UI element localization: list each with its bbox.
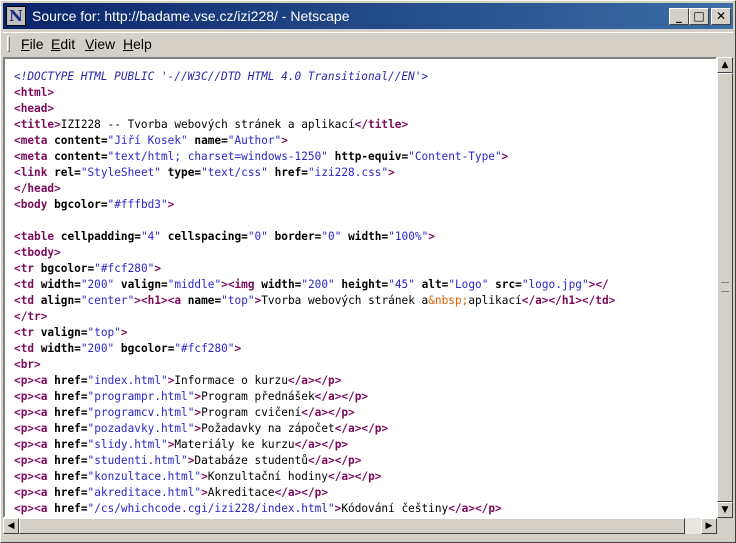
source-line: <p><a href="index.html">Informace o kurz…: [14, 374, 342, 387]
scrollbar-corner: [717, 518, 733, 534]
source-line: <br>: [14, 358, 41, 371]
window-title: Source for: http://badame.vse.cz/izi228/…: [32, 8, 350, 24]
source-line: <tbody>: [14, 246, 61, 259]
menu-help[interactable]: Help: [123, 36, 152, 52]
scroll-right-button[interactable]: ▶: [701, 518, 717, 534]
source-line: <link rel="StyleSheet" type="text/css" h…: [14, 166, 395, 179]
close-icon: ✕: [715, 9, 727, 23]
source-window: N Source for: http://badame.vse.cz/izi22…: [0, 0, 736, 543]
source-line: <td width="200" valign="middle"><img wid…: [14, 278, 609, 291]
netscape-app-icon[interactable]: N: [6, 6, 26, 26]
title-bar[interactable]: N Source for: http://badame.vse.cz/izi22…: [3, 3, 733, 29]
maximize-button[interactable]: □: [689, 8, 709, 25]
source-line: <meta content="Jiří Kosek" name="Author"…: [14, 134, 288, 147]
scroll-down-button[interactable]: ▼: [717, 502, 733, 518]
source-line: <html>: [14, 86, 55, 99]
menu-edit[interactable]: Edit: [51, 36, 75, 52]
source-line: </head>: [14, 182, 61, 195]
arrow-down-icon: ▼: [721, 505, 729, 515]
source-line: <title>IZI228 -- Tvorba webových stránek…: [14, 118, 409, 131]
menu-file[interactable]: File: [21, 36, 44, 52]
source-line: <p><a href="studenti.html">Databáze stud…: [14, 454, 362, 467]
menubar-grip[interactable]: [7, 36, 10, 52]
source-line: <tr valign="top">: [14, 326, 128, 339]
source-code: <!DOCTYPE HTML PUBLIC '-//W3C//DTD HTML …: [5, 59, 715, 516]
source-line: <td width="200" bgcolor="#fcf280">: [14, 342, 242, 355]
vertical-scrollbar[interactable]: ▲ ▼: [717, 57, 733, 518]
source-view[interactable]: <!DOCTYPE HTML PUBLIC '-//W3C//DTD HTML …: [3, 57, 717, 518]
minimize-button[interactable]: _: [669, 8, 689, 25]
close-button[interactable]: ✕: [711, 8, 731, 25]
source-line: <!DOCTYPE HTML PUBLIC '-//W3C//DTD HTML …: [14, 70, 429, 83]
scroll-up-button[interactable]: ▲: [717, 57, 733, 73]
source-line: <table cellpadding="4" cellspacing="0" b…: [14, 230, 435, 243]
source-line: <meta content="text/html; charset=window…: [14, 150, 509, 163]
source-line: <td align="center"><h1><a name="top">Tvo…: [14, 294, 616, 307]
source-line: <tr bgcolor="#fcf280">: [14, 262, 161, 275]
source-line: <p><a href="konzultace.html">Konzultační…: [14, 470, 382, 483]
source-line: </tr>: [14, 310, 48, 323]
arrow-left-icon: ◀: [7, 521, 15, 531]
horizontal-scrollbar[interactable]: ◀ ▶: [3, 518, 717, 534]
arrow-up-icon: ▲: [721, 60, 729, 70]
source-line: <p><a href="programcv.html">Program cvič…: [14, 406, 355, 419]
maximize-icon: □: [693, 9, 705, 23]
minimize-icon: _: [676, 9, 682, 23]
vertical-scroll-thumb[interactable]: [717, 73, 733, 502]
source-line: <p><a href="slidy.html">Materiály ke kur…: [14, 438, 349, 451]
arrow-right-icon: ▶: [705, 521, 713, 531]
thumb-grip: [721, 282, 729, 292]
source-line: <p><a href="pozadavky.html">Požadavky na…: [14, 422, 389, 435]
source-line: <p><a href="programpr.html">Program před…: [14, 390, 369, 403]
scroll-left-button[interactable]: ◀: [3, 518, 19, 534]
menu-view[interactable]: View: [85, 36, 115, 52]
horizontal-scroll-thumb[interactable]: [19, 518, 685, 534]
source-line: <head>: [14, 102, 55, 115]
source-line: <p><a href="akreditace.html">Akreditace<…: [14, 486, 329, 499]
source-line: <p><a href="/cs/whichcode.cgi/izi228/ind…: [14, 502, 502, 515]
menu-bar: File Edit View Help: [3, 32, 733, 55]
source-line: <body bgcolor="#fffbd3">: [14, 198, 175, 211]
